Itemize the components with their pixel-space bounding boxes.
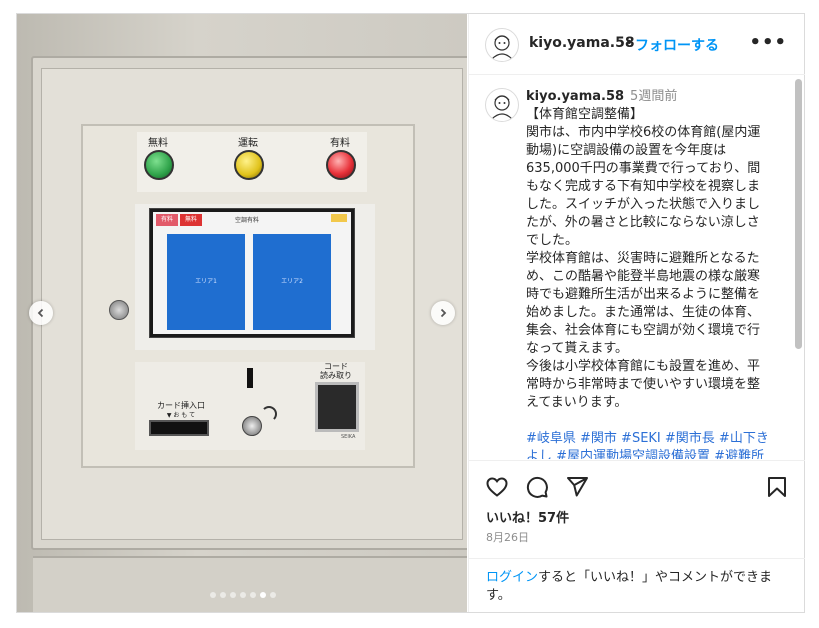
card-slot [149, 420, 209, 436]
caption-avatar[interactable] [485, 88, 519, 122]
follow-button[interactable]: フォローする [635, 35, 719, 55]
post-photo[interactable]: 無料 運転 有料 有料 無料 空調有料 エリア1 エリア2 カード挿入口 ▼ お… [17, 14, 467, 612]
carousel-dot [230, 592, 236, 598]
caption-hashtags[interactable]: #岐阜県 #関市 #SEKI #関市長 #山下きよし #屋内運動場空調設備設置 … [526, 431, 769, 459]
more-options-icon[interactable]: ••• [749, 32, 787, 53]
post-card: 無料 運転 有料 有料 無料 空調有料 エリア1 エリア2 カード挿入口 ▼ お… [16, 13, 805, 613]
login-prompt: ログインすると「いいね！」やコメントができます。 [486, 569, 786, 605]
card-slot-sub: ▼ お も て [166, 412, 196, 419]
divider [469, 558, 805, 559]
carousel-dot [220, 592, 226, 598]
code-reader [315, 382, 359, 432]
brand-logo: SEIKA [341, 434, 356, 440]
lamp-yellow [234, 150, 264, 180]
lamp-red [326, 150, 356, 180]
post-header: kiyo.yama.58 • フォローする ••• [469, 14, 805, 75]
code-reader-label: コード 読み取り [320, 362, 352, 380]
carousel-dot [270, 592, 276, 598]
carousel-dot [240, 592, 246, 598]
avatar[interactable] [485, 28, 519, 62]
key-lock [109, 300, 129, 320]
heart-icon[interactable] [485, 475, 509, 499]
share-icon[interactable] [565, 475, 589, 499]
next-photo-button[interactable] [431, 301, 455, 325]
avatar-caricature-icon [491, 95, 513, 120]
post-date: 8月26日 [486, 531, 529, 544]
avatar-caricature-icon [491, 35, 513, 60]
rotate-arrow [261, 406, 277, 422]
screen-btn-paid: 有料 [156, 214, 178, 226]
comment-icon[interactable] [525, 475, 549, 499]
touch-screen: 有料 無料 空調有料 エリア1 エリア2 [149, 208, 355, 338]
dial-knob [242, 416, 262, 436]
caption-time: 5週間前 [630, 89, 678, 104]
carousel-dot [210, 592, 216, 598]
carousel-dot-active [260, 592, 266, 598]
login-link[interactable]: ログイン [486, 570, 538, 585]
caption-username[interactable]: kiyo.yama.58 [526, 89, 624, 104]
bookmark-icon[interactable] [765, 475, 789, 499]
prev-photo-button[interactable] [29, 301, 53, 325]
cabinet-bottom [33, 556, 467, 612]
carousel-dot [250, 592, 256, 598]
chevron-left-icon [37, 308, 44, 318]
screen-area-2: エリア2 [253, 234, 331, 330]
caption-scrollbar[interactable] [795, 79, 802, 349]
header-separator: • [625, 35, 634, 51]
screen-btn-free: 無料 [180, 214, 202, 226]
status-slot [247, 368, 253, 388]
lamp-green [144, 150, 174, 180]
lamp-label-paid: 有料 [330, 138, 350, 149]
lamp-label-run: 運転 [238, 138, 258, 149]
header-username[interactable]: kiyo.yama.58 [529, 35, 635, 51]
lamp-label-free: 無料 [148, 138, 168, 149]
like-count[interactable]: いいね！57件 [486, 507, 569, 526]
caption-text: kiyo.yama.58 5週間前 【体育館空調整備】 関市は、市内中学校6校の体… [526, 88, 770, 459]
caption-body: 【体育館空調整備】 関市は、市内中学校6校の体育館(屋内運動場)に空調設備の設置… [526, 107, 761, 410]
carousel-indicator [210, 592, 276, 598]
screen-indicator [331, 214, 347, 222]
post-actions: いいね！57件 8月26日 ログインすると「いいね！」やコメントができます。 [469, 460, 805, 613]
chevron-right-icon [440, 308, 447, 318]
screen-area-1: エリア1 [167, 234, 245, 330]
post-sidebar: kiyo.yama.58 • フォローする ••• kiyo.yama.58 5週… [468, 14, 805, 612]
screen-title: 空調有料 [235, 217, 260, 224]
caption-area: kiyo.yama.58 5週間前 【体育館空調整備】 関市は、市内中学校6校の体… [469, 75, 805, 459]
